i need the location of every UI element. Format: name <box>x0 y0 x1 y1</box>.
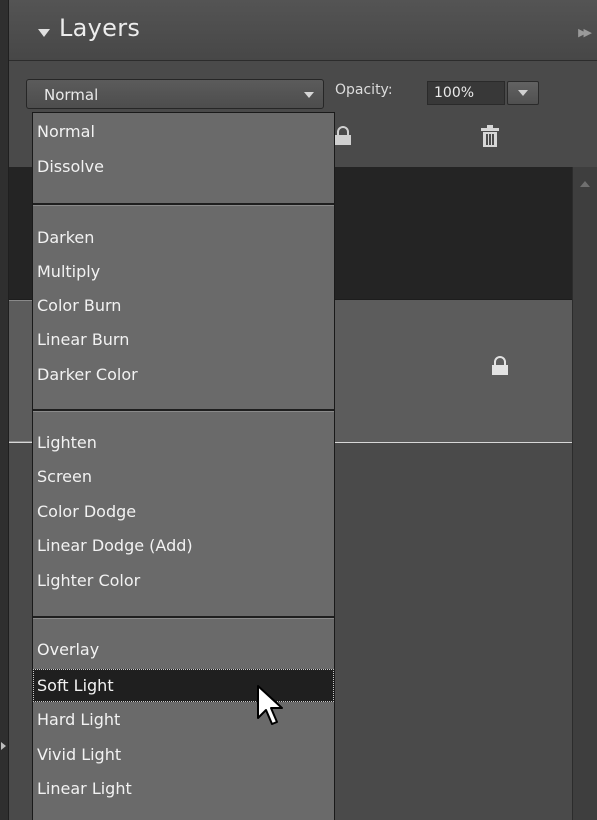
menu-item-darker-color[interactable]: Darker Color <box>33 358 334 392</box>
menu-item-dissolve[interactable]: Dissolve <box>33 150 334 184</box>
double-chevron-right-icon[interactable]: ▶▶ <box>578 26 592 39</box>
triangle-down-icon[interactable] <box>38 29 50 37</box>
menu-item-linear-dodge[interactable]: Linear Dodge (Add) <box>33 529 334 563</box>
menu-separator <box>33 203 334 206</box>
menu-item-linear-light[interactable]: Linear Light <box>33 772 334 806</box>
menu-separator <box>33 409 334 412</box>
menu-separator <box>33 616 334 619</box>
blend-mode-menu: Normal Dissolve Darken Multiply Color Bu… <box>32 112 335 820</box>
panel-header[interactable]: Layers ▶▶ <box>9 0 597 61</box>
scroll-up-arrow-icon[interactable] <box>580 181 590 187</box>
chevron-down-icon <box>304 92 314 98</box>
chevron-down-icon <box>518 90 528 96</box>
menu-item-lighten[interactable]: Lighten <box>33 426 334 460</box>
menu-item-vivid-light[interactable]: Vivid Light <box>33 738 334 772</box>
menu-item-lighter-color[interactable]: Lighter Color <box>33 564 334 598</box>
blend-mode-select[interactable]: Normal <box>26 79 324 109</box>
opacity-dropdown-button[interactable] <box>507 81 539 105</box>
divider <box>9 300 34 301</box>
menu-item-hard-light[interactable]: Hard Light <box>33 703 334 737</box>
lock-icon <box>492 356 508 375</box>
blend-mode-value: Normal <box>44 86 99 104</box>
panel-title: Layers <box>59 14 141 42</box>
menu-item-darken[interactable]: Darken <box>33 221 334 255</box>
menu-item-linear-burn[interactable]: Linear Burn <box>33 323 334 357</box>
menu-item-multiply[interactable]: Multiply <box>33 255 334 289</box>
opacity-value: 100% <box>434 85 475 101</box>
menu-item-soft-light[interactable]: Soft Light <box>33 669 334 702</box>
divider <box>9 441 34 442</box>
opacity-label: Opacity: <box>335 82 393 98</box>
menu-item-color-burn[interactable]: Color Burn <box>33 289 334 323</box>
opacity-input[interactable]: 100% <box>427 81 505 105</box>
menu-item-screen[interactable]: Screen <box>33 460 334 494</box>
scrollbar[interactable] <box>572 167 597 820</box>
menu-item-normal[interactable]: Normal <box>33 115 334 149</box>
lock-icon[interactable] <box>334 126 352 146</box>
expand-dock-arrow-icon[interactable] <box>1 742 6 750</box>
menu-item-color-dodge[interactable]: Color Dodge <box>33 495 334 529</box>
mouse-pointer-icon <box>257 685 283 725</box>
left-dock-strip <box>0 0 9 820</box>
menu-item-overlay[interactable]: Overlay <box>33 633 334 667</box>
trash-icon[interactable] <box>480 124 500 148</box>
